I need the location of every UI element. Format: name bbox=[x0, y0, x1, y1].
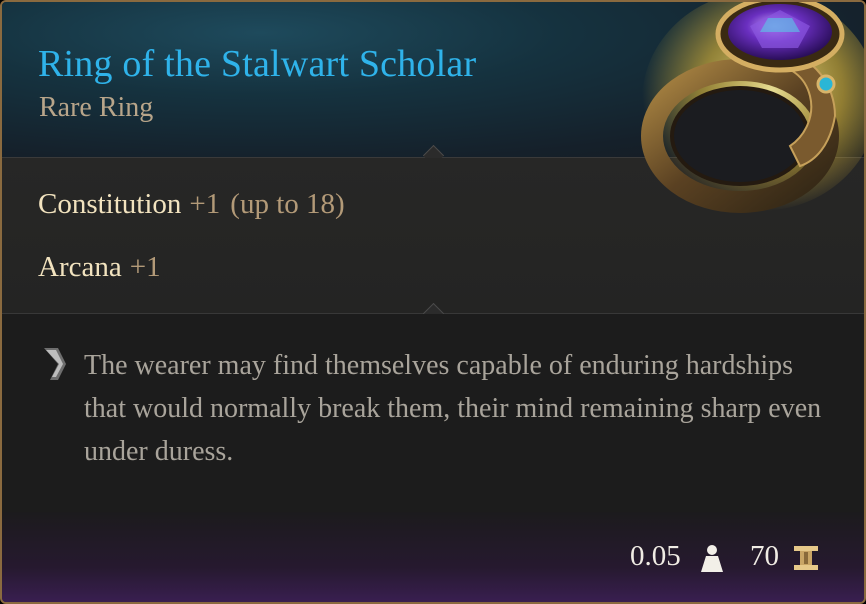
item-description: The wearer may find themselves capable o… bbox=[84, 350, 822, 467]
item-tooltip: Ring of the Stalwart Scholar Rare Ring C… bbox=[0, 0, 866, 604]
gold-coin-icon bbox=[794, 546, 818, 570]
description-section: The wearer may find themselves capable o… bbox=[2, 314, 864, 512]
item-name: Ring of the Stalwart Scholar bbox=[38, 43, 477, 85]
ring-icon bbox=[641, 2, 864, 213]
stat-arcana: Arcana +1 bbox=[38, 251, 161, 284]
stat-name: Constitution bbox=[38, 188, 182, 220]
stat-cap: (up to 18) bbox=[230, 188, 345, 220]
stat-value: +1 bbox=[129, 251, 161, 283]
item-rarity-type: Rare Ring bbox=[39, 92, 154, 123]
stat-value: +1 bbox=[189, 188, 221, 220]
quill-icon bbox=[44, 348, 66, 380]
item-weight: 0.05 bbox=[630, 540, 681, 572]
tooltip-footer: 0.05 70 bbox=[2, 512, 864, 602]
item-value: 70 bbox=[750, 540, 779, 572]
stat-constitution: Constitution +1 (up to 18) bbox=[38, 188, 345, 221]
weight-icon bbox=[701, 545, 723, 572]
stat-name: Arcana bbox=[38, 251, 122, 283]
